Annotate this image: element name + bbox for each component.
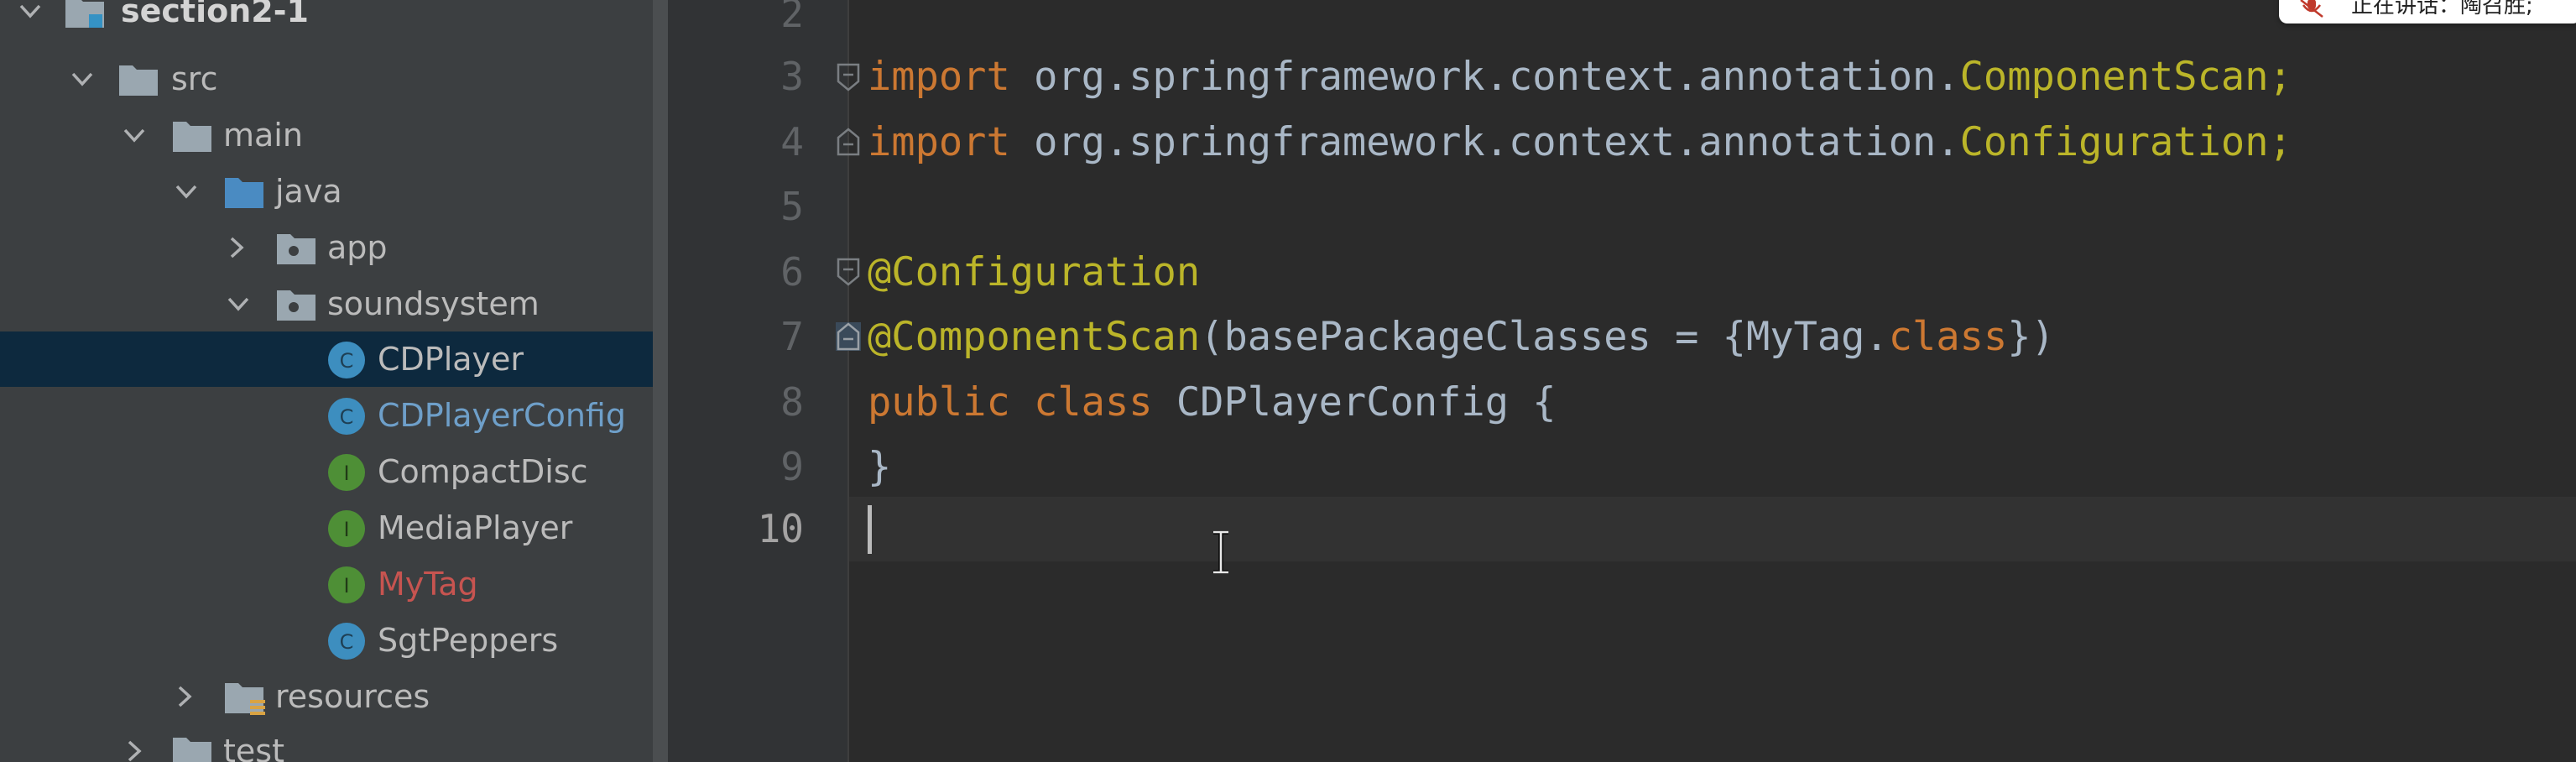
line-number: 2 — [780, 0, 804, 36]
svg-text:C: C — [340, 349, 354, 373]
chevron-down-icon[interactable] — [169, 164, 203, 219]
resources-folder-icon — [223, 669, 265, 724]
brace-token: } — [868, 444, 892, 490]
line-number: 6 — [780, 249, 804, 295]
tree-item-compactdisc[interactable]: I CompactDisc — [0, 444, 661, 499]
chevron-down-icon[interactable] — [117, 107, 151, 163]
text-caret — [868, 505, 872, 554]
args-token: (basePackageClasses = {MyTag. — [1200, 314, 1889, 360]
svg-text:I: I — [343, 518, 349, 541]
chevron-down-icon[interactable] — [222, 276, 255, 331]
interface-icon: I — [327, 500, 369, 556]
annotation-token: @Configuration — [868, 249, 1201, 295]
chevron-right-icon[interactable] — [117, 723, 151, 762]
class-token: Configuration; — [1959, 119, 2292, 165]
package-token: org.springframework.context.annotation. — [1009, 119, 1960, 165]
line-number: 5 — [780, 184, 804, 229]
fold-marker-icon[interactable] — [836, 128, 861, 156]
package-icon — [275, 276, 317, 331]
tree-item-label: src — [171, 60, 218, 97]
line-number: 7 — [780, 314, 804, 359]
close-token: }) — [2007, 314, 2055, 360]
speaking-text: 正在讲话：陶召胜; — [2351, 0, 2533, 18]
tree-item-label: test — [223, 733, 284, 762]
line-number-current: 10 — [757, 506, 804, 551]
tree-item-sgtpeppers[interactable]: C SgtPeppers — [0, 613, 661, 668]
chevron-down-icon[interactable] — [13, 0, 47, 39]
class-token: ComponentScan; — [1959, 54, 2292, 100]
folder-icon — [117, 51, 159, 107]
tree-item-label: java — [275, 173, 342, 210]
code-line-3[interactable]: import org.springframework.context.annot… — [868, 44, 2292, 109]
tree-item-test[interactable]: test — [0, 723, 661, 762]
tree-item-src[interactable]: src — [0, 51, 661, 107]
svg-text:I: I — [343, 574, 349, 598]
keyword-token: public — [868, 379, 1010, 425]
keyword-token: class — [1888, 314, 2008, 360]
folder-icon — [171, 723, 213, 762]
source-folder-icon — [223, 164, 265, 219]
current-line-highlight — [849, 497, 2576, 561]
code-line-4[interactable]: import org.springframework.context.annot… — [868, 110, 2292, 175]
class-icon: C — [327, 331, 369, 387]
code-line-7[interactable]: @ComponentScan(basePackageClasses = {MyT… — [868, 305, 2055, 369]
tree-item-mytag[interactable]: I MyTag — [0, 556, 661, 612]
tree-item-label: CDPlayer — [378, 341, 524, 378]
tree-item-label: app — [327, 229, 388, 266]
tree-item-resources[interactable]: resources — [0, 669, 661, 724]
tree-item-label: CDPlayerConfig — [378, 397, 626, 434]
tree-item-label: CompactDisc — [378, 453, 588, 490]
tree-item-label: SgtPeppers — [378, 622, 559, 659]
line-number: 3 — [780, 54, 804, 99]
chevron-right-icon[interactable] — [220, 220, 253, 275]
chevron-down-icon[interactable] — [65, 51, 99, 107]
tree-item-section2-1[interactable]: section2-1 — [0, 0, 661, 39]
folder-icon — [171, 107, 213, 163]
svg-text:C: C — [340, 405, 354, 429]
class-icon: C — [327, 613, 369, 668]
microphone-icon — [2300, 0, 2323, 18]
package-icon — [275, 220, 317, 275]
code-line-6[interactable]: @Configuration — [868, 240, 1200, 305]
panel-splitter[interactable] — [653, 0, 668, 762]
keyword-token: import — [868, 54, 1010, 100]
line-number: 8 — [780, 379, 804, 425]
class-name-token: CDPlayerConfig { — [1152, 379, 1557, 425]
fold-marker-icon[interactable] — [836, 258, 861, 286]
fold-marker-icon[interactable] — [836, 63, 861, 91]
tree-item-java[interactable]: java — [0, 164, 661, 219]
tree-item-label: MyTag — [378, 566, 478, 603]
keyword-token: import — [868, 119, 1010, 165]
tree-item-soundsystem[interactable]: soundsystem — [0, 276, 661, 331]
project-tree: section2-1 src main java app soundsystem… — [0, 0, 661, 762]
chevron-right-icon[interactable] — [168, 669, 201, 724]
class-icon: C — [327, 388, 369, 443]
interface-icon: I — [327, 444, 369, 499]
tree-item-app[interactable]: app — [0, 220, 661, 275]
line-number: 4 — [780, 119, 804, 164]
tree-item-mediaplayer[interactable]: I MediaPlayer — [0, 500, 661, 556]
tree-item-cdplayerconfig[interactable]: C CDPlayerConfig — [0, 388, 661, 443]
keyword-token: class — [1034, 379, 1153, 425]
tree-item-label: MediaPlayer — [378, 509, 573, 546]
package-token: org.springframework.context.annotation. — [1009, 54, 1960, 100]
ibeam-cursor-icon — [1213, 530, 1228, 574]
code-line-9[interactable]: } — [868, 435, 891, 499]
fold-marker-icon[interactable] — [836, 322, 861, 351]
speaking-notification: 正在讲话：陶召胜; — [2279, 0, 2576, 23]
tree-item-cdplayer[interactable]: C CDPlayer — [0, 331, 661, 387]
code-line-8[interactable]: public class CDPlayerConfig { — [868, 370, 1557, 435]
interface-icon: I — [327, 556, 369, 612]
tree-item-label: main — [223, 117, 303, 154]
line-number: 9 — [780, 444, 804, 489]
tree-item-label: soundsystem — [327, 285, 540, 322]
annotation-token: @ComponentScan — [868, 314, 1201, 360]
tree-item-label: section2-1 — [121, 0, 309, 29]
svg-text:C: C — [340, 630, 354, 654]
module-folder-icon — [64, 0, 106, 39]
tree-item-main[interactable]: main — [0, 107, 661, 163]
tree-item-label: resources — [275, 678, 430, 715]
svg-text:I: I — [343, 462, 349, 485]
